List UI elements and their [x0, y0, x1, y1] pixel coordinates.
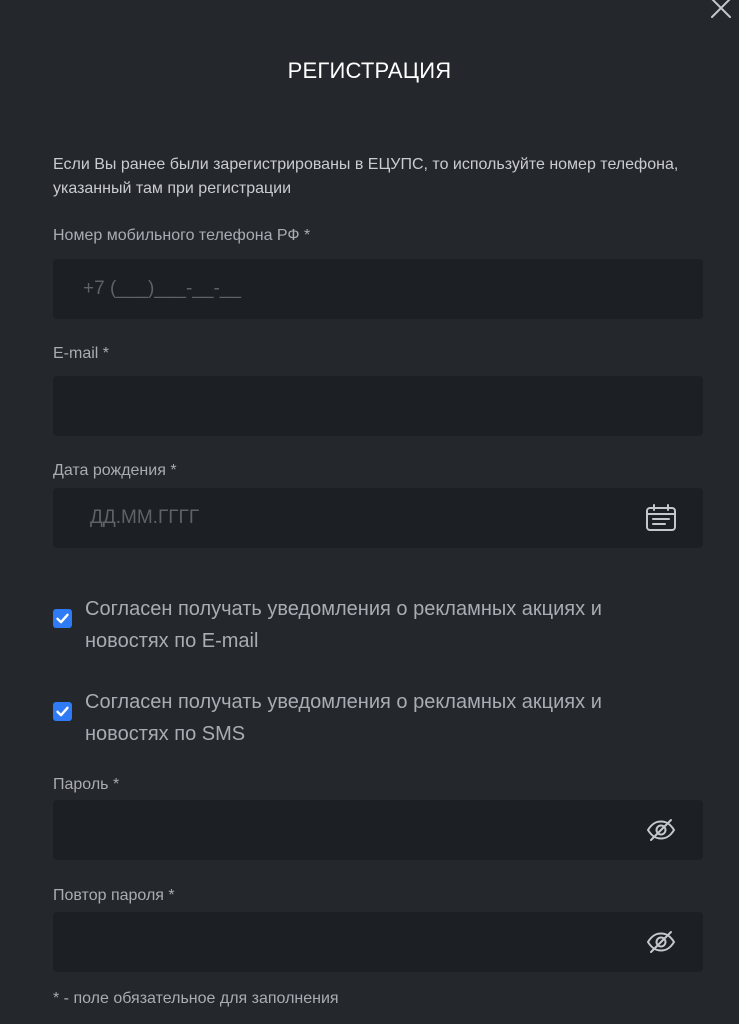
password-repeat-visibility-toggle[interactable] [645, 926, 677, 958]
checkmark-icon [56, 706, 69, 717]
password-visibility-toggle[interactable] [645, 814, 677, 846]
email-field-container [53, 376, 703, 436]
birthdate-field-container [53, 488, 703, 548]
required-footnote: * - поле обязательное для заполнения [53, 990, 339, 1007]
email-input[interactable] [53, 376, 703, 436]
calendar-icon [646, 504, 676, 531]
close-icon [711, 0, 731, 18]
password-repeat-input[interactable] [53, 912, 703, 972]
password-repeat-label: Повтор пароля * [53, 887, 175, 904]
info-text: Если Вы ранее были зарегистрированы в ЕЦ… [53, 156, 679, 197]
password-input[interactable] [53, 800, 703, 860]
consent-email-checkbox[interactable] [53, 609, 72, 628]
calendar-button[interactable] [645, 502, 677, 534]
close-button[interactable] [709, 0, 733, 20]
eye-slash-icon [646, 819, 676, 841]
password-repeat-field-container [53, 912, 703, 972]
consent-email-label[interactable]: Согласен получать уведомления о рекламны… [85, 593, 685, 657]
consent-sms-label[interactable]: Согласен получать уведомления о рекламны… [85, 686, 685, 750]
password-label: Пароль * [53, 776, 120, 793]
page-title: РЕГИСТРАЦИЯ [287, 58, 452, 83]
email-label: E-mail * [53, 345, 110, 362]
password-field-container [53, 800, 703, 860]
phone-field-container [53, 259, 703, 319]
birthdate-input[interactable] [53, 488, 703, 548]
checkmark-icon [56, 613, 69, 624]
eye-slash-icon [646, 931, 676, 953]
birthdate-label: Дата рождения * [53, 462, 177, 479]
phone-label: Номер мобильного телефона РФ * [53, 227, 311, 244]
phone-input[interactable] [53, 259, 703, 319]
consent-sms-checkbox[interactable] [53, 702, 72, 721]
